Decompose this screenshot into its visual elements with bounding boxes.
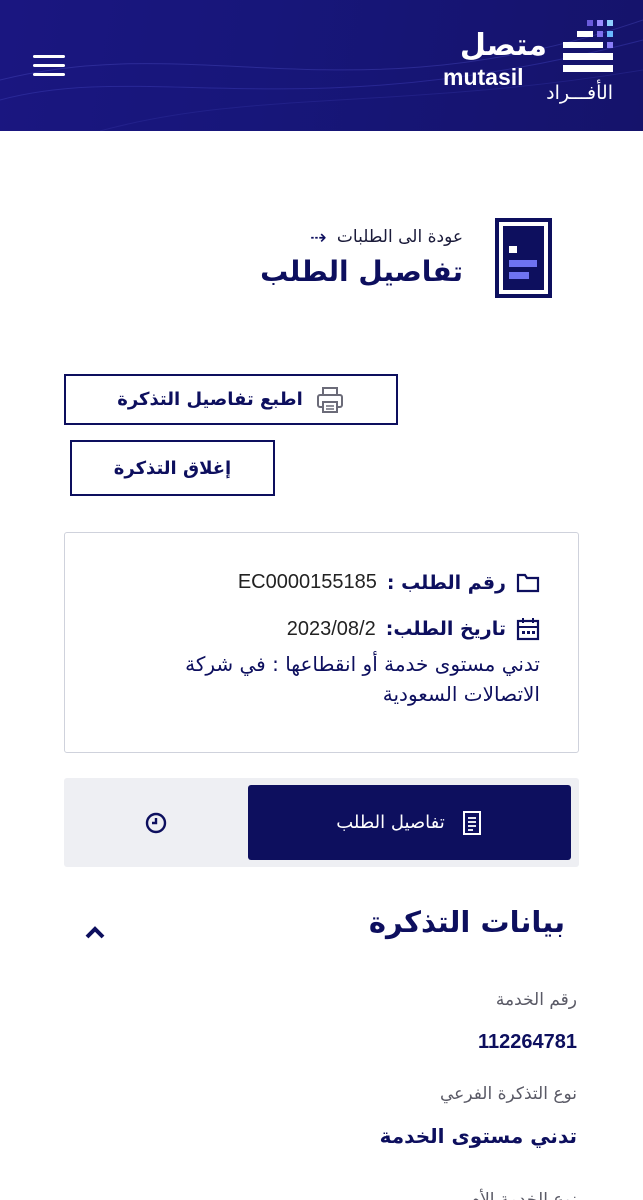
tab-request-details-label: تفاصيل الطلب [336,812,445,833]
hamburger-icon [33,55,65,58]
folder-icon [516,573,540,592]
ticket-subtype-label: نوع التذكرة الفرعي [440,1084,577,1104]
logo-subtitle: الأفـــراد [546,82,613,104]
close-ticket-button[interactable]: إغلاق التذكرة [70,440,275,496]
logo-english-text: mutasil [443,64,524,90]
request-description: تدني مستوى خدمة أو انقطاعها : في شركة ال… [185,652,540,706]
service-number-value: 112264781 [477,1031,577,1053]
back-to-requests-link[interactable]: عودة الى الطلبات ⇢ [310,225,463,249]
logo-grid-icon [561,20,613,74]
request-tabs: تفاصيل الطلب [64,778,579,867]
print-button-label: اطبع تفاصيل التذكرة [117,389,303,410]
request-date-row: تاريخ الطلب: 2023/08/2 [287,617,540,641]
menu-button[interactable] [33,55,65,77]
app-header: متصل mutasil الأفـــراد [0,0,643,131]
clock-icon [145,812,167,833]
printer-icon [316,386,343,413]
ticket-data-title: بيانات التذكرة [368,905,565,939]
request-number-row: رقم الطلب : EC0000155185 [238,571,540,594]
arrow-left-icon: ⇢ [310,225,327,249]
print-ticket-button[interactable]: اطبع تفاصيل التذكرة [64,374,398,425]
request-info-card: رقم الطلب : EC0000155185 تاريخ الطلب: 20… [64,532,579,753]
service-number-label: رقم الخدمة [495,990,577,1010]
tab-history[interactable] [64,785,248,860]
document-icon [495,218,552,298]
close-button-label: إغلاق التذكرة [113,457,232,479]
tab-request-details[interactable]: تفاصيل الطلب [248,785,571,860]
document-list-icon [462,810,481,835]
logo-arabic-text: متصل [459,28,547,63]
back-link-label: عودة الى الطلبات [336,227,463,247]
request-date-label: تاريخ الطلب: [385,618,506,640]
request-number-label: رقم الطلب : [386,571,506,594]
request-number-value: EC0000155185 [237,571,377,593]
chevron-up-icon[interactable] [84,922,106,942]
ticket-subtype-value: تدني مستوى الخدمة [379,1124,577,1148]
parent-service-type-label: نوع الخدمة الأم [469,1190,577,1200]
mutasil-logo[interactable]: متصل mutasil الأفـــراد [443,16,613,106]
page-title: تفاصيل الطلب [260,255,463,288]
calendar-icon [516,618,540,641]
request-date-value: 2023/08/2 [286,617,376,640]
